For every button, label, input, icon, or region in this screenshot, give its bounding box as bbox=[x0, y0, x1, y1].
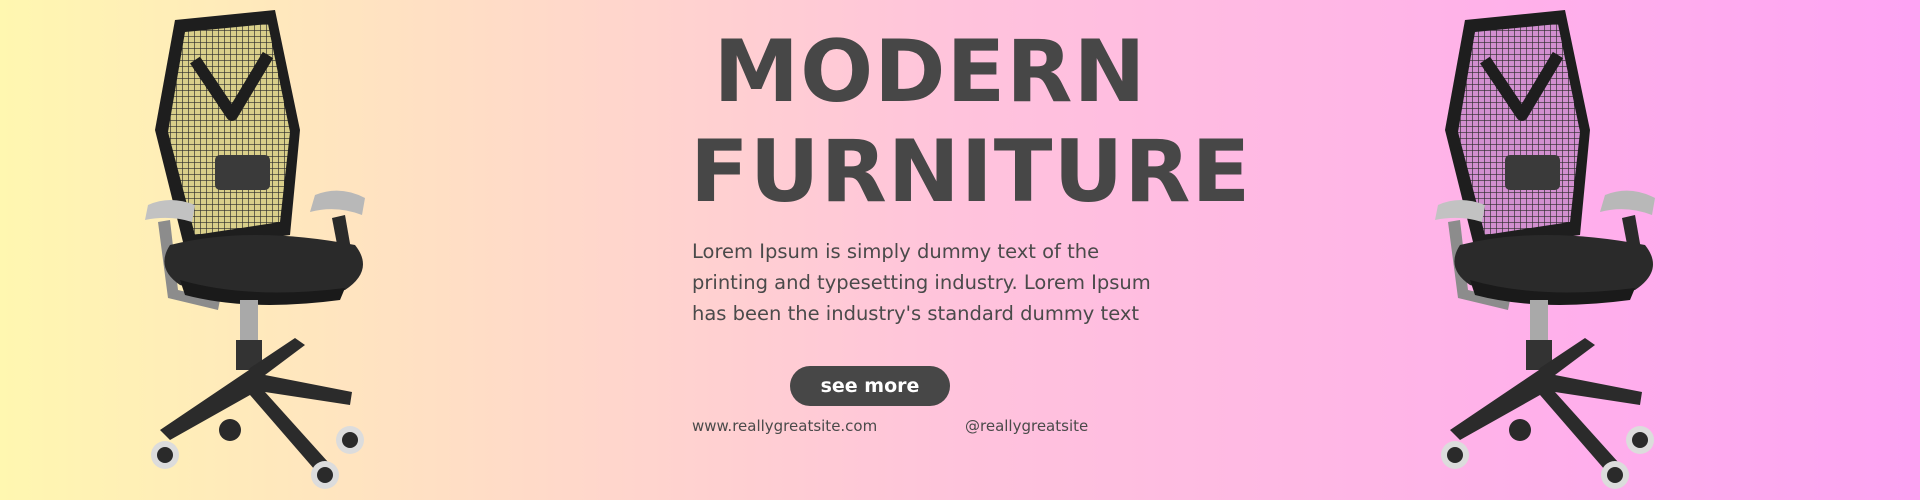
headline-line-1: MODERN bbox=[713, 22, 1147, 122]
banner: MODERN FURNITURE Lorem Ipsum is simply d… bbox=[0, 0, 1920, 500]
headline: MODERN FURNITURE bbox=[690, 22, 1252, 222]
description: Lorem Ipsum is simply dummy text of the … bbox=[692, 240, 1151, 325]
website-link[interactable]: www.reallygreatsite.com bbox=[692, 417, 877, 435]
see-more-button[interactable]: see more bbox=[790, 366, 950, 406]
office-chair-icon bbox=[140, 0, 500, 500]
office-chair-icon bbox=[1430, 0, 1790, 500]
headline-line-2: FURNITURE bbox=[690, 122, 1252, 222]
social-handle[interactable]: @reallygreatsite bbox=[965, 417, 1088, 435]
